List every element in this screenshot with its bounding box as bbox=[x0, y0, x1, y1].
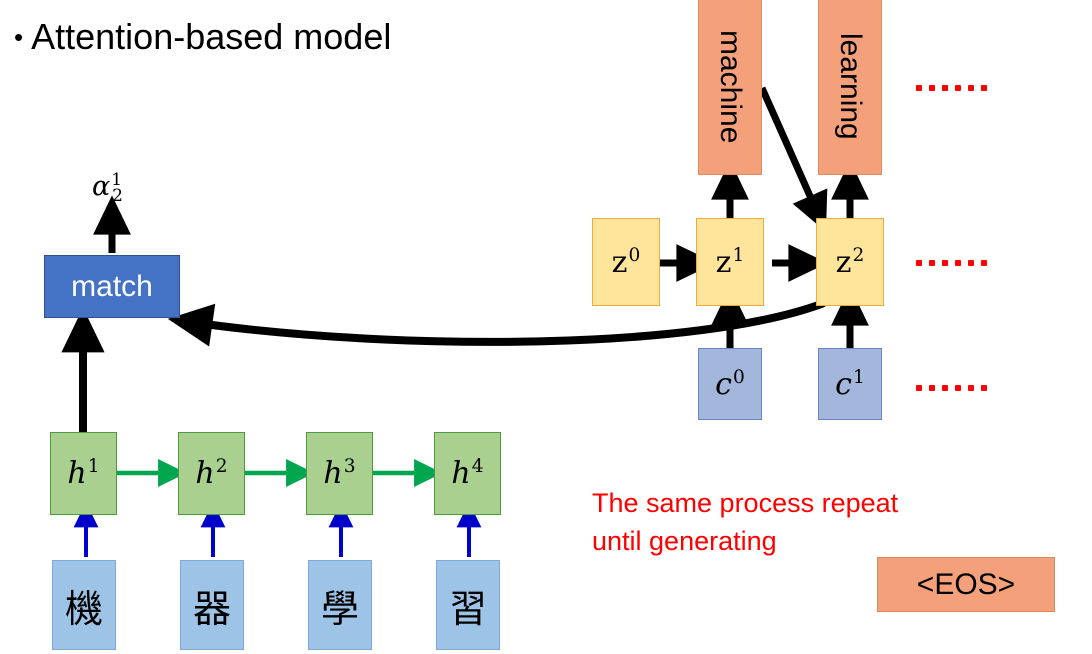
alpha-base: α bbox=[92, 171, 111, 202]
decoder-state-label-z1: z1 bbox=[715, 244, 745, 280]
output-word-label-machine: machine bbox=[714, 29, 747, 144]
attention-feedback-arrow bbox=[167, 299, 826, 347]
decoder-state-label-z0: z0 bbox=[611, 244, 641, 280]
decoder-state-box-z2[interactable]: z2 bbox=[816, 218, 884, 306]
decoder-state-label-z2: z2 bbox=[835, 244, 865, 280]
input-token-label-4: 習 bbox=[448, 586, 487, 631]
eos-token-label: <EOS> bbox=[916, 567, 1016, 601]
process-note: The same process repeat until generating bbox=[592, 488, 899, 557]
context-vector-label-c0: c0 bbox=[715, 366, 745, 402]
match-module-box[interactable]: match bbox=[44, 255, 180, 318]
output-word-label-learning: learning bbox=[834, 33, 867, 140]
context-vector-box-c0[interactable]: c0 bbox=[698, 348, 762, 420]
eos-token-box[interactable]: <EOS> bbox=[877, 557, 1055, 612]
alpha-subscript: 2 bbox=[112, 186, 123, 206]
hidden-state-box-h2[interactable]: h2 bbox=[178, 432, 245, 515]
output-word-box-machine[interactable]: machine bbox=[698, 0, 762, 175]
hidden-state-label-h2: h2 bbox=[195, 456, 228, 491]
ellipsis-context-vectors bbox=[916, 385, 987, 391]
input-token-box-2[interactable]: 器 bbox=[180, 560, 244, 650]
input-token-box-1[interactable]: 機 bbox=[52, 560, 116, 650]
output-feedback-arrow bbox=[758, 86, 828, 232]
decoder-state-box-z0[interactable]: z0 bbox=[592, 218, 660, 306]
context-vector-label-c1: c1 bbox=[835, 366, 865, 402]
hidden-state-label-h4: h4 bbox=[451, 456, 484, 491]
input-token-label-2: 器 bbox=[192, 586, 231, 631]
input-token-label-1: 機 bbox=[64, 586, 103, 631]
hidden-state-box-h1[interactable]: h1 bbox=[50, 432, 117, 515]
decoder-state-box-z1[interactable]: z1 bbox=[696, 218, 764, 306]
context-to-decoder-arrows bbox=[711, 286, 869, 348]
context-vector-box-c1[interactable]: c1 bbox=[818, 348, 882, 420]
bullet-glyph: • bbox=[14, 22, 24, 52]
input-token-box-3[interactable]: 學 bbox=[308, 560, 372, 650]
hidden-state-label-h1: h1 bbox=[67, 456, 100, 491]
decoder-to-output-arrows bbox=[711, 160, 869, 218]
ellipsis-outputs bbox=[916, 85, 987, 91]
page-title-text: Attention-based model bbox=[31, 16, 392, 57]
page-title: • Attention-based model bbox=[14, 16, 391, 58]
attention-weight-label: α12 bbox=[92, 170, 123, 206]
ellipsis-decoder-states bbox=[916, 260, 987, 266]
input-arrows bbox=[73, 502, 482, 557]
hidden-state-label-h3: h3 bbox=[323, 456, 356, 491]
input-token-label-3: 學 bbox=[320, 586, 359, 631]
hidden-state-box-h4[interactable]: h4 bbox=[434, 432, 501, 515]
input-token-box-4[interactable]: 習 bbox=[436, 560, 500, 650]
match-label: match bbox=[71, 269, 153, 303]
slide-canvas: • Attention-based model α12 match h1 h2 h… bbox=[0, 0, 1092, 654]
output-word-box-learning[interactable]: learning bbox=[818, 0, 882, 175]
hidden-state-box-h3[interactable]: h3 bbox=[306, 432, 373, 515]
